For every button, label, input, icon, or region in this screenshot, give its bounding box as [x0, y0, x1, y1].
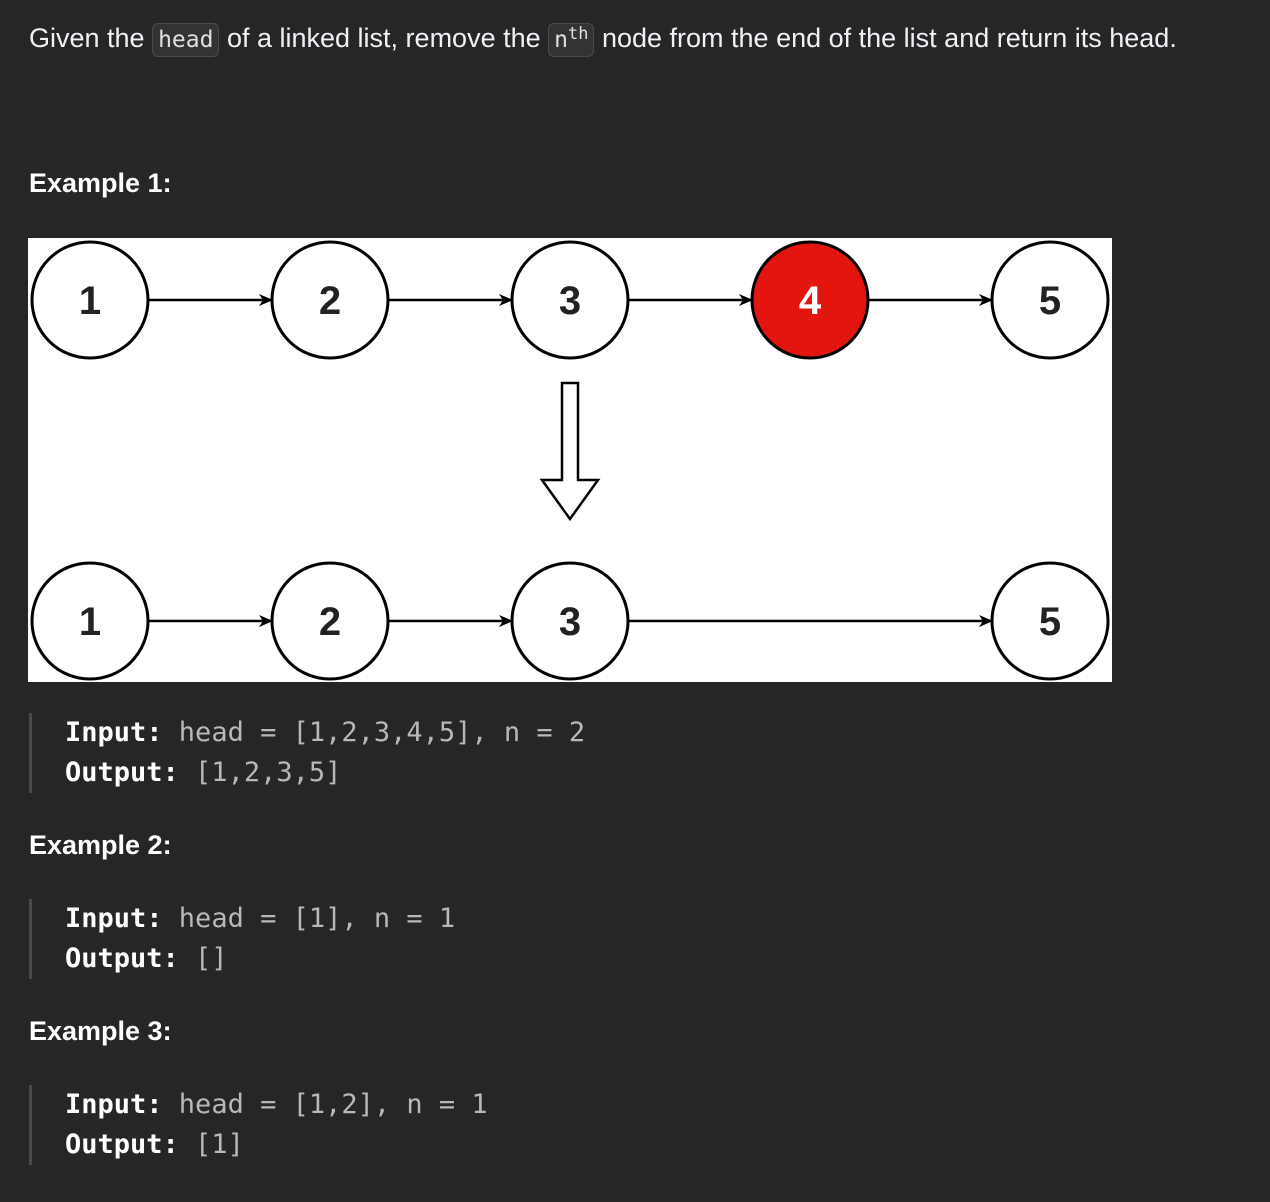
after-node-3-label: 3	[559, 600, 581, 644]
down-arrow-icon	[539, 381, 601, 522]
before-node-5-label: 5	[1039, 279, 1061, 323]
example-1-output-value: [1,2,3,5]	[178, 757, 342, 788]
linked-list-diagram: 1 2 3 4 5 1 2 3 5	[28, 238, 1112, 682]
example-1-heading: Example 1:	[29, 168, 172, 198]
example-2-block: Input: head = [1], n = 1 Output: []	[29, 899, 455, 979]
example-2-output-label: Output:	[65, 943, 179, 974]
after-node-2-label: 2	[319, 600, 341, 644]
example-2-input-label: Input:	[65, 903, 163, 934]
example-1-input-value: head = [1,2,3,4,5], n = 2	[162, 717, 586, 748]
before-node-2-label: 2	[319, 279, 341, 323]
example-2-heading: Example 2:	[29, 830, 172, 860]
example-2-input-line: Input: head = [1], n = 1	[65, 899, 455, 939]
example-3-block: Input: head = [1,2], n = 1 Output: [1]	[29, 1085, 488, 1165]
example-1-output-line: Output: [1,2,3,5]	[65, 753, 585, 793]
before-node-4-label: 4	[799, 279, 822, 323]
linked-list-svg: 1 2 3 4 5 1 2 3 5	[30, 240, 1110, 681]
problem-description: Given the head of a linked list, remove …	[29, 18, 1177, 58]
description-text-1: Given the	[29, 23, 153, 53]
example-2-output-line: Output: []	[65, 939, 455, 979]
code-n: n	[554, 27, 568, 53]
example-3-output-value: [1]	[178, 1129, 244, 1160]
description-text-2: of a linked list, remove the	[219, 23, 549, 53]
example-3-input-value: head = [1,2], n = 1	[162, 1089, 488, 1120]
before-node-1-label: 1	[79, 279, 101, 323]
code-head: head	[152, 23, 220, 57]
code-nth: nth	[548, 23, 595, 57]
before-node-3-label: 3	[559, 279, 581, 323]
example-3-input-label: Input:	[65, 1089, 163, 1120]
example-2-input-value: head = [1], n = 1	[162, 903, 456, 934]
after-node-1-label: 1	[79, 600, 101, 644]
description-text-3: node from the end of the list and return…	[594, 23, 1177, 53]
code-th: th	[567, 24, 589, 44]
example-1-output-label: Output:	[65, 757, 179, 788]
example-1-input-label: Input:	[65, 717, 163, 748]
example-3-input-line: Input: head = [1,2], n = 1	[65, 1085, 488, 1125]
after-node-4-label: 5	[1039, 600, 1061, 644]
example-2-output-value: []	[178, 943, 228, 974]
example-1-input-line: Input: head = [1,2,3,4,5], n = 2	[65, 713, 585, 753]
example-1-block: Input: head = [1,2,3,4,5], n = 2 Output: …	[29, 713, 585, 793]
example-3-heading: Example 3:	[29, 1016, 172, 1046]
example-3-output-line: Output: [1]	[65, 1125, 488, 1165]
example-3-output-label: Output:	[65, 1129, 179, 1160]
